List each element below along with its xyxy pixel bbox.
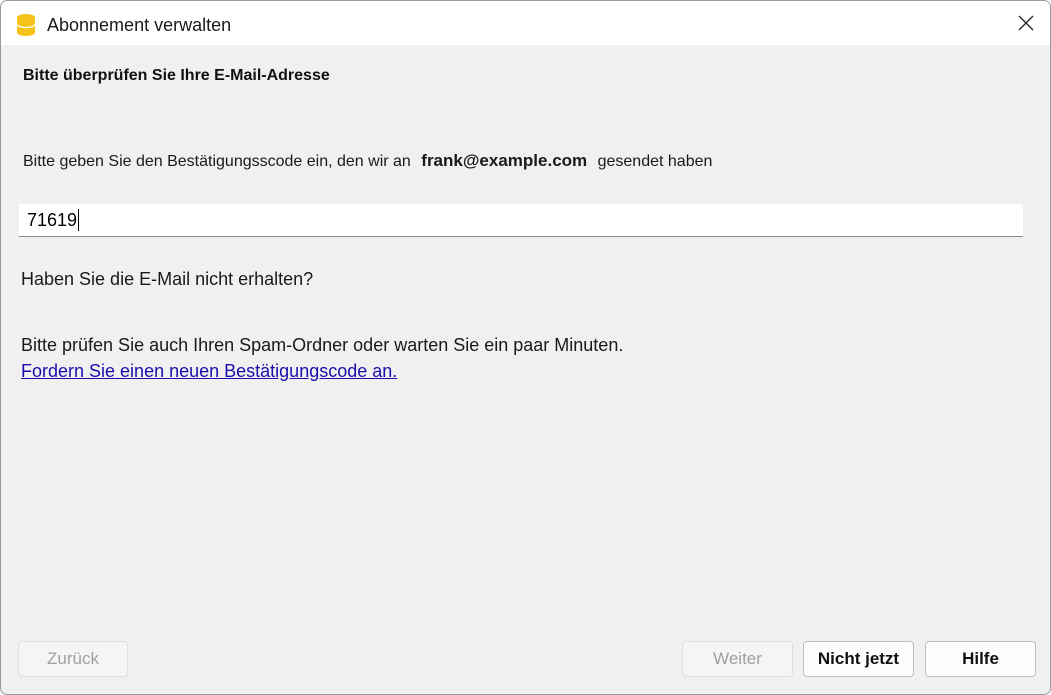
resend-code-link[interactable]: Fordern Sie einen neuen Bestätigungscode… bbox=[21, 361, 397, 382]
instruction-text: Bitte geben Sie den Bestätigungsscode ei… bbox=[23, 151, 712, 171]
spam-hint-text: Bitte prüfen Sie auch Ihren Spam-Ordner … bbox=[21, 335, 624, 355]
title-bar: Abonnement verwalten bbox=[1, 1, 1050, 45]
verification-code-value: 71619 bbox=[27, 209, 78, 230]
close-button[interactable] bbox=[1002, 1, 1050, 45]
window-title: Abonnement verwalten bbox=[47, 15, 232, 35]
not-now-button[interactable]: Nicht jetzt bbox=[803, 641, 914, 677]
text-caret bbox=[78, 209, 80, 231]
help-button[interactable]: Hilfe bbox=[925, 641, 1036, 677]
back-button[interactable]: Zurück bbox=[18, 641, 128, 677]
email-address: frank@example.com bbox=[421, 151, 588, 170]
instruction-before: Bitte geben Sie den Bestätigungsscode ei… bbox=[23, 153, 411, 170]
verification-code-input[interactable]: 71619 bbox=[19, 204, 1023, 237]
instruction-after: gesendet haben bbox=[597, 153, 713, 170]
close-icon bbox=[1018, 15, 1034, 31]
page-heading: Bitte überprüfen Sie Ihre E-Mail-Adresse bbox=[23, 67, 330, 84]
next-button[interactable]: Weiter bbox=[682, 641, 793, 677]
not-received-text: Haben Sie die E-Mail nicht erhalten? bbox=[21, 269, 314, 289]
database-icon bbox=[16, 13, 36, 37]
dialog-window: Abonnement verwalten Bitte überprüfen Si… bbox=[0, 0, 1051, 695]
